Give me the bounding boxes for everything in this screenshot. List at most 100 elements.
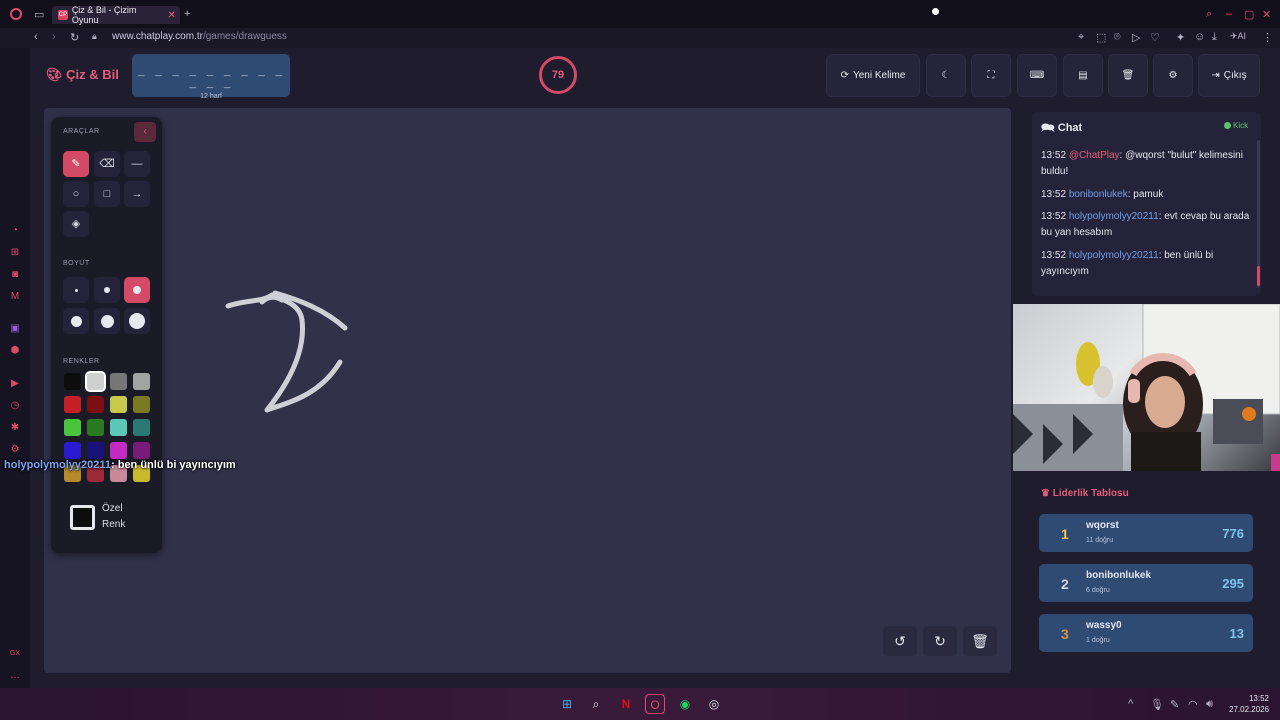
redo-button[interactable]: ↻ (923, 626, 957, 656)
custom-color-label: Özel Renk (102, 501, 125, 533)
color-swatch[interactable] (133, 373, 150, 390)
color-swatch[interactable] (64, 442, 81, 459)
tray-chevron-icon[interactable]: ^ (1128, 698, 1133, 710)
app-logo[interactable]: 🎨︎ Çiz & Bil (46, 67, 119, 83)
color-swatch[interactable] (110, 396, 127, 413)
profile-icon[interactable]: ☺ (1194, 31, 1205, 43)
extensions-sidebar-icon[interactable]: ✱ (9, 422, 21, 434)
settings-button[interactable]: ⚙ (1153, 54, 1193, 97)
chat-message: 13:52 holypolymolyy20211: ben ünlü bi ya… (1041, 248, 1253, 280)
speed-dial-icon[interactable]: ◔ (9, 225, 21, 237)
new-tab-icon[interactable]: + (184, 8, 190, 20)
search-icon[interactable]: ⌕ (1206, 8, 1212, 21)
undo-button[interactable]: ↺ (883, 626, 917, 656)
square-icon: □ (103, 188, 111, 200)
gx-icon[interactable]: GX (9, 648, 21, 660)
play-icon[interactable]: ▶ (9, 378, 21, 390)
color-swatch[interactable] (110, 442, 127, 459)
spotify-icon[interactable]: ◉ (675, 694, 695, 714)
archive-button[interactable]: ▤ (1063, 54, 1103, 97)
color-swatch[interactable] (133, 419, 150, 436)
download-icon[interactable]: ⤓ (1212, 31, 1217, 44)
color-swatch[interactable] (64, 419, 81, 436)
color-swatch[interactable] (87, 419, 104, 436)
color-swatch[interactable] (133, 396, 150, 413)
new-word-button[interactable]: ⟳ Yeni Kelime (826, 54, 920, 97)
msg-user[interactable]: holypolymolyy20211 (1069, 211, 1159, 222)
lb-rank: 2 (1061, 576, 1069, 592)
maximize-icon[interactable]: ▢ (1244, 8, 1254, 21)
ai-icon[interactable]: ✈AI (1230, 31, 1246, 42)
taskbar-clock[interactable]: 13:52 27.02.2026 (1229, 693, 1269, 715)
twitch-icon[interactable]: ▣ (9, 323, 21, 335)
back-icon[interactable]: ‹ (34, 31, 38, 43)
volume-icon[interactable]: 🔊︎ (1206, 698, 1213, 711)
custom-color-button[interactable] (70, 505, 95, 530)
mic-icon[interactable]: 🎙︎ (1150, 698, 1164, 711)
arrow-tool-button[interactable]: → (124, 181, 150, 207)
tab-overview-icon[interactable]: ▭ (34, 8, 44, 21)
camera-icon[interactable]: ⌾ (1114, 31, 1121, 44)
pin-icon[interactable]: ⌖ (1078, 31, 1084, 44)
color-swatch[interactable] (133, 442, 150, 459)
color-swatch[interactable] (64, 396, 81, 413)
clear-canvas-button[interactable]: 🗑︎ (963, 626, 997, 656)
brush-tool-button[interactable]: ✎ (63, 151, 89, 177)
minimize-icon[interactable]: – (1226, 8, 1232, 20)
player-icon[interactable]: ▷ (1132, 31, 1140, 44)
ublock-icon[interactable]: ⬢ (9, 345, 21, 357)
tab-close-icon[interactable]: ✕ (168, 10, 176, 21)
browser-tab[interactable]: CP Çiz & Bil - Çizim Oyunu ✕ (52, 5, 180, 25)
url-field[interactable]: www.chatplay.com.tr/games/drawguess (112, 31, 287, 42)
msg-time: 13:52 (1041, 189, 1067, 200)
chat-scrollbar-thumb[interactable] (1257, 266, 1260, 286)
snapshot-icon[interactable]: ⬚ (1096, 31, 1106, 44)
custom-color-label-line1: Özel (102, 503, 123, 514)
forward-icon[interactable]: › (52, 31, 56, 43)
trash-button[interactable]: 🗑︎ (1108, 54, 1148, 97)
color-swatch[interactable] (87, 373, 104, 390)
more-icon[interactable]: … (9, 670, 21, 682)
trash-icon: 🗑︎ (1121, 70, 1135, 81)
collapse-panel-button[interactable]: ‹ (134, 122, 156, 142)
color-swatch[interactable] (110, 373, 127, 390)
pen-icon[interactable]: ✎ (1170, 698, 1179, 711)
fullscreen-button[interactable]: ⛶ (971, 54, 1011, 97)
fill-tool-button[interactable]: ◈ (63, 211, 89, 237)
bag-icon[interactable]: ⊞ (9, 247, 21, 259)
theme-button[interactable]: ☾ (926, 54, 966, 97)
circle-tool-button[interactable]: ○ (63, 181, 89, 207)
discord-icon[interactable]: ◙ (9, 269, 21, 281)
msg-user[interactable]: bonibonlukek (1069, 189, 1128, 200)
messenger-icon[interactable]: M (9, 291, 21, 303)
msg-user[interactable]: holypolymolyy20211 (1069, 250, 1159, 261)
circle-icon: ○ (72, 188, 80, 200)
color-swatch[interactable] (64, 373, 81, 390)
rectangle-tool-button[interactable]: □ (94, 181, 120, 207)
drawing-canvas[interactable] (44, 108, 1011, 673)
colors-section-title: RENKLER (63, 358, 100, 365)
opera-gx-taskbar-icon[interactable]: O (645, 694, 665, 714)
exit-button[interactable]: ⇥ Çıkış (1198, 54, 1260, 97)
extensions-icon[interactable]: ✦ (1176, 31, 1185, 44)
heart-icon[interactable]: ♡ (1150, 31, 1160, 44)
eraser-tool-button[interactable]: ⌫ (94, 151, 120, 177)
window-close-icon[interactable]: ✕ (1262, 8, 1271, 21)
settings-sidebar-icon[interactable]: ⚙ (9, 444, 21, 456)
msg-user[interactable]: @ChatPlay (1069, 150, 1120, 161)
netflix-icon[interactable]: N (616, 694, 636, 714)
color-swatch[interactable] (110, 419, 127, 436)
line-tool-button[interactable]: — (124, 151, 150, 177)
color-swatch[interactable] (87, 442, 104, 459)
wifi-icon[interactable]: ◠ (1188, 698, 1198, 711)
history-icon[interactable]: ◷ (9, 400, 21, 412)
reload-icon[interactable]: ↻ (70, 31, 79, 44)
windows-start-icon[interactable]: ⊞ (557, 694, 577, 714)
keyboard-button[interactable]: ⌨ (1017, 54, 1057, 97)
windows-taskbar (0, 688, 1280, 720)
menu-icon[interactable]: ⋮ (1262, 31, 1273, 44)
taskbar-search-icon[interactable]: ⌕ (586, 694, 606, 714)
color-swatch[interactable] (87, 396, 104, 413)
chrome-icon[interactable]: ◎ (704, 694, 724, 714)
opera-logo-icon[interactable] (10, 8, 22, 20)
